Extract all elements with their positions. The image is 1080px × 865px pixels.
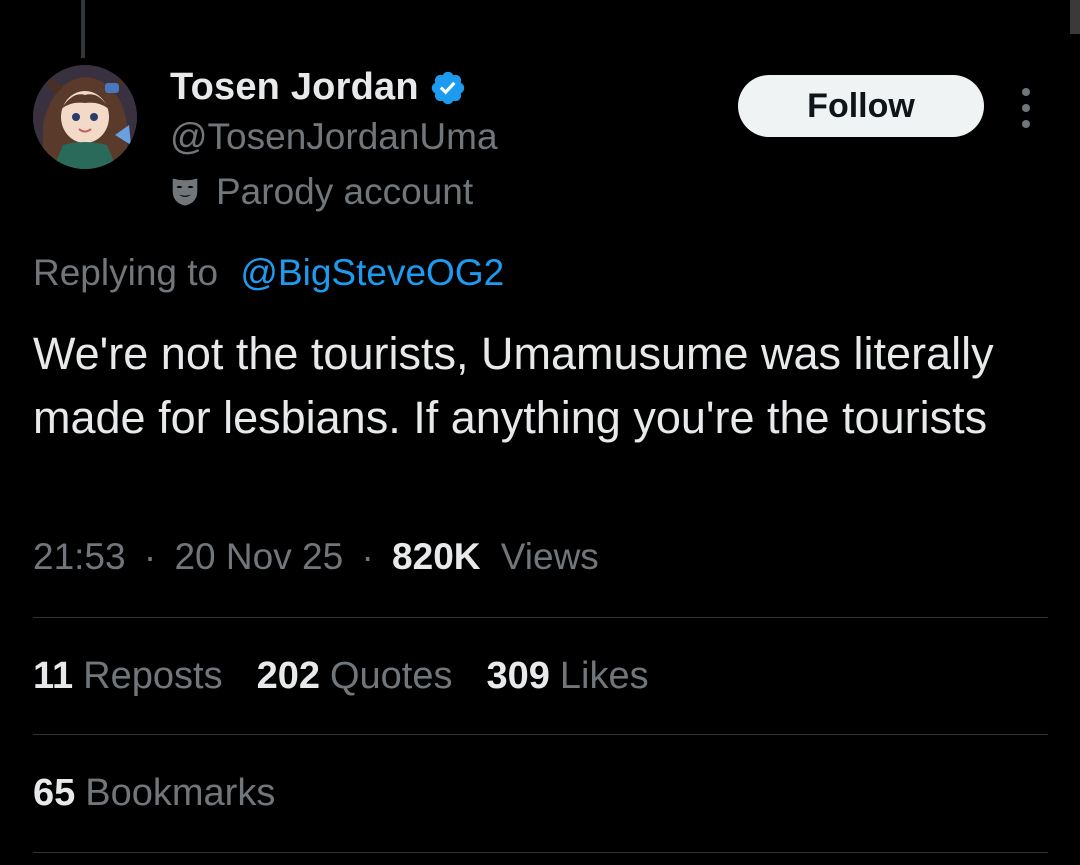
reposts-label: Reposts [83,655,223,697]
more-dot [1022,120,1030,128]
likes-count: 309 [486,655,550,697]
tweet-time[interactable]: 21:53 [33,536,126,577]
quotes-count: 202 [256,655,320,697]
likes-label: Likes [559,655,649,697]
parody-label-row: Parody account [170,171,473,213]
reply-mention-link[interactable]: @BigSteveOG2 [240,252,504,293]
reply-prefix: Replying to [33,252,219,293]
tweet-date[interactable]: 20 Nov 25 [174,536,343,577]
tweet-meta: 21:53 · 20 Nov 25 · 820K Views [33,536,599,578]
verified-badge-icon [431,71,464,104]
quotes-stat[interactable]: 202 Quotes [257,655,453,698]
mask-icon [172,178,198,206]
divider [33,852,1048,853]
follow-button[interactable]: Follow [738,75,984,137]
engagement-stats: 11 Reposts 202 Quotes 309 Likes [33,655,683,698]
reposts-count: 11 [33,655,74,697]
views-count: 820K [392,536,481,577]
avatar[interactable] [33,65,137,169]
author-display-name[interactable]: Tosen Jordan [170,66,419,109]
author-handle[interactable]: @TosenJordanUma [170,116,498,158]
thread-connector-line [81,0,85,58]
quotes-label: Quotes [329,655,453,697]
parody-account-label: Parody account [216,171,474,212]
scrollbar[interactable] [1070,0,1080,34]
tweet-body: We're not the tourists, Umamusume was li… [33,328,1007,443]
author-name-row[interactable]: Tosen Jordan [170,66,467,109]
likes-stat[interactable]: 309 Likes [487,655,649,698]
more-dot [1022,88,1030,96]
bookmarks-count: 65 [33,772,76,814]
reposts-stat[interactable]: 11 Reposts [33,655,223,698]
meta-separator: · [143,536,157,577]
bookmarks-label: Bookmarks [85,772,276,814]
more-dot [1022,104,1030,112]
divider [33,617,1048,618]
more-vertical-icon[interactable] [1014,88,1038,128]
divider [33,734,1048,735]
reply-context: Replying to @BigSteveOG2 [33,252,504,294]
bookmarks-stat[interactable]: 65 Bookmarks [33,772,275,815]
views-label: Views [500,536,599,577]
meta-separator: · [361,536,374,577]
